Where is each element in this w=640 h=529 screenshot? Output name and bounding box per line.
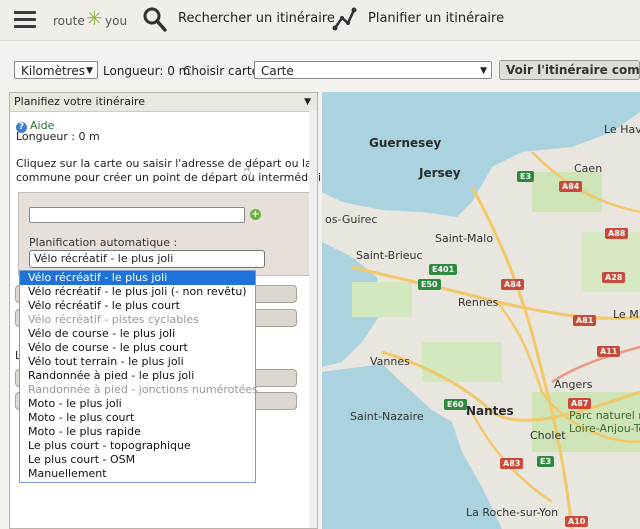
map-label-le-mans: Le M [613, 308, 639, 321]
dropdown-option[interactable]: Randonnée à pied - le plus joli [20, 369, 255, 383]
map-label-le-havre: Le Hav [604, 123, 640, 136]
map-label-cholet: Cholet [530, 429, 566, 442]
chevron-down-icon: ▼ [86, 66, 93, 76]
logo-text-route: route [53, 14, 85, 28]
road-shield-a28: A28 [602, 272, 626, 283]
auto-planning-value: Vélo récréatif - le plus joli [34, 252, 174, 265]
map-label-angers: Angers [554, 378, 593, 391]
map-label-parc-naturel: Parc naturel ré [569, 409, 640, 422]
dropdown-option[interactable]: Vélo récréatif - le plus court [20, 299, 255, 313]
dropdown-option[interactable]: Vélo tout terrain - le plus joli [20, 355, 255, 369]
map-label-la-roche-sur-yon: La Roche-sur-Yon [466, 506, 559, 519]
road-shield-a84-south: A84 [501, 279, 525, 290]
instructions-line-1: Cliquez sur la carte ou saisir l'adresse… [16, 157, 312, 170]
search-icon [143, 7, 167, 32]
auto-planning-label: Planification automatique : [29, 236, 178, 249]
map-choice-select[interactable]: Carte ▼ [254, 61, 492, 79]
map-label-caen: Caen [574, 162, 603, 175]
unit-select-value: Kilomètres [21, 64, 85, 78]
road-shield-e3: E3 [517, 171, 535, 182]
map-choice-label: Choisir carte: [183, 64, 264, 78]
logo-text-you: you [105, 14, 128, 28]
hamburger-menu-icon[interactable] [14, 11, 36, 29]
road-shield-a11: A11 [597, 346, 621, 357]
road-shield-a84: A84 [559, 181, 583, 192]
address-input[interactable] [29, 207, 245, 223]
dropdown-option[interactable]: Moto - le plus court [20, 411, 255, 425]
map-label-jersey: Jersey [419, 166, 461, 180]
road-shield-a10: A10 [565, 516, 589, 527]
road-shield-a83: A83 [500, 458, 524, 469]
dropdown-option[interactable]: Moto - le plus joli [20, 397, 255, 411]
map-label-perros-guirec: os-Guirec [325, 213, 378, 226]
map-label-saint-malo: Saint-Malo [435, 232, 494, 245]
nav-search-label: Rechercher un itinéraire [178, 11, 335, 26]
dropdown-option[interactable]: Le plus court - topographique [20, 439, 255, 453]
dropdown-option[interactable]: Le plus court - OSM [20, 453, 255, 467]
road-shield-e60: E60 [444, 399, 467, 410]
logo-star-icon: ✳ [86, 6, 103, 30]
unit-select[interactable]: Kilomètres ▼ [14, 61, 98, 79]
panel-header[interactable]: Planifiez votre itinéraire ▼ [10, 93, 317, 112]
dropdown-option[interactable]: Manuellement [20, 467, 255, 481]
dropdown-option[interactable]: Vélo récréatif - le plus joli [20, 271, 255, 285]
panel-scrollbar[interactable] [309, 111, 317, 528]
road-shield-e3-south: E3 [537, 456, 555, 467]
options-toolbar: Kilomètres ▼ Longueur: 0 m Choisir carte… [0, 56, 640, 86]
route-plan-icon [332, 7, 357, 31]
dropdown-option: Vélo récréatif - pistes cyclables [28, 313, 199, 326]
dropdown-option[interactable]: Vélo de course - le plus court [20, 341, 255, 355]
nav-plan-label: Planifier un itinéraire [368, 11, 505, 26]
map-label-saint-nazaire: Saint-Nazaire [350, 410, 424, 423]
map-background [322, 92, 640, 529]
dropdown-option[interactable]: Moto - le plus rapide [20, 425, 255, 439]
road-shield-e50: E50 [418, 279, 441, 290]
map-label-guernesey: Guernesey [369, 136, 442, 150]
instructions-line-2: commune pour créer un point de départ ou… [16, 171, 336, 184]
dropdown-option: Randonnée à pied - jonctions numérotées [28, 383, 258, 396]
auto-planning-select[interactable]: Vélo récréatif - le plus joli [29, 250, 265, 268]
map-label-rennes: Rennes [458, 296, 499, 309]
dropdown-option[interactable]: Vélo récréatif - le plus joli (- non rev… [20, 285, 255, 299]
map-choice-value: Carte [261, 64, 294, 78]
collapse-icon[interactable]: ▼ [304, 97, 311, 107]
add-point-icon[interactable]: + [250, 209, 261, 220]
road-shield-a88: A88 [605, 228, 629, 239]
auto-planning-dropdown-list[interactable]: Vélo récréatif - le plus joli Vélo récréa… [19, 270, 258, 483]
road-shield-a81: A81 [573, 315, 597, 326]
map-label-saint-brieuc: Saint-Brieuc [356, 249, 423, 262]
map-label-vannes: Vannes [370, 355, 410, 368]
map-label-loire-anjou: Loire-Anjou-To [569, 422, 640, 435]
map-view[interactable]: Guernesey Jersey Le Hav Caen Saint-Malo … [322, 92, 640, 529]
view-full-route-button[interactable]: Voir l'itinéraire complet [499, 60, 640, 80]
top-navigation-bar: route ✳ you Rechercher un itinéraire Pla… [0, 0, 640, 41]
road-shield-a87: A87 [568, 398, 592, 409]
length-label: Longueur: 0 m [103, 64, 191, 78]
chevron-down-icon: ▼ [480, 66, 487, 76]
map-label-nantes: Nantes [466, 404, 514, 418]
dropdown-option[interactable]: Vélo de course - le plus joli [20, 327, 255, 341]
start-point-box: + Planification automatique : Vélo récré… [18, 192, 315, 276]
hand-cursor-icon: ☝ [243, 163, 252, 179]
panel-title: Planifiez votre itinéraire [14, 95, 146, 108]
route-length: Longueur : 0 m [16, 130, 100, 143]
road-shield-e401: E401 [429, 264, 458, 275]
